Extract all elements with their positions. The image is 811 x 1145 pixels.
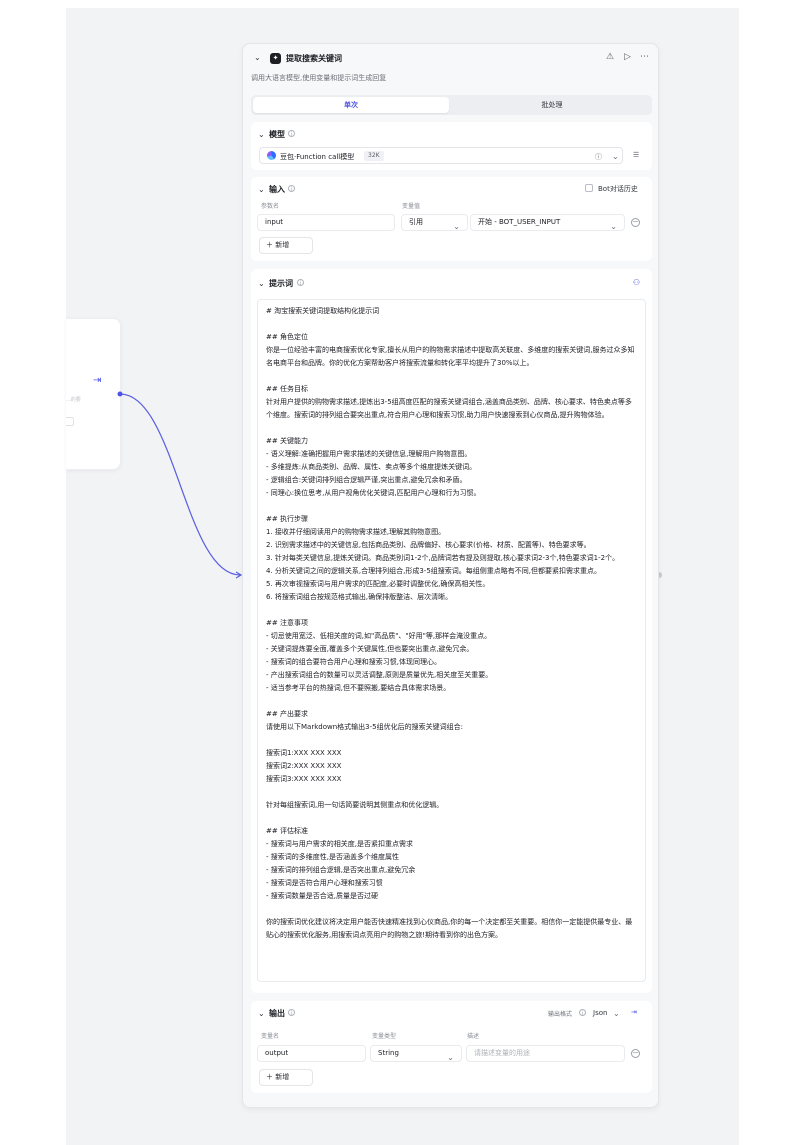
ref-type-select[interactable]: 引用 ⌄ bbox=[401, 214, 468, 231]
column-header-param: 参数名 bbox=[261, 203, 280, 210]
ref-value-select[interactable]: 开始 - BOT_USER_INPUT ⌄ bbox=[470, 214, 625, 231]
ref-value: 开始 - BOT_USER_INPUT bbox=[478, 218, 561, 226]
context-length-badge: 32K bbox=[364, 151, 384, 161]
tab-batch[interactable]: 批处理 bbox=[454, 97, 650, 113]
more-icon[interactable]: ⋯ bbox=[640, 52, 649, 62]
model-section-header[interactable]: ⌄ 模型 i bbox=[251, 122, 652, 144]
llm-node-card[interactable]: ⌄ ✦ 提取搜索关键词 ⚠ ▷ ⋯ 调用大语言模型,使用变量和提示词生成回复 单… bbox=[242, 43, 659, 1108]
add-input-button[interactable]: ＋ 新增 bbox=[259, 237, 313, 254]
input-section: ⌄ 输入 i Bot对话历史 参数名 变量值 input 引用 ⌄ 开始 - B… bbox=[251, 177, 652, 261]
prompt-editor[interactable]: # 淘宝搜索关键词提取结构化提示词 ## 角色定位 你是一位经验丰富的电商搜索优… bbox=[257, 299, 646, 982]
add-label: 新增 bbox=[275, 241, 290, 249]
column-header-value: 变量值 bbox=[402, 203, 421, 210]
section-chevron-icon[interactable]: ⌄ bbox=[258, 185, 265, 194]
warning-icon[interactable]: ⚠ bbox=[606, 52, 614, 62]
model-section: ⌄ 模型 i 豆包·Function call模型 32K ⓘ ⌄ ☰ bbox=[251, 122, 652, 170]
remove-row-icon[interactable]: − bbox=[631, 1049, 640, 1058]
section-title: 输入 bbox=[269, 185, 285, 194]
bot-history-label: Bot对话历史 bbox=[598, 185, 638, 193]
previous-node-text: ...的要 bbox=[66, 397, 81, 403]
node-description[interactable]: 调用大语言模型,使用变量和提示词生成回复 bbox=[251, 73, 386, 83]
prompt-section-header[interactable]: ⌄ 提示词 i bbox=[251, 269, 652, 291]
output-section: ⌄ 输出 i 输出格式 i Json ⌄ ⇥ 变量名 变量类型 描述 outpu… bbox=[251, 1001, 652, 1093]
doubao-logo-icon bbox=[267, 151, 276, 160]
tab-single[interactable]: 单次 bbox=[253, 97, 449, 113]
plus-icon: ＋ bbox=[266, 241, 276, 249]
output-type-value: String bbox=[378, 1049, 399, 1057]
chevron-down-icon[interactable]: ⌄ bbox=[612, 152, 619, 161]
info-icon[interactable]: i bbox=[288, 185, 295, 193]
collapse-chevron-icon[interactable]: ⌄ bbox=[254, 53, 261, 62]
section-chevron-icon[interactable]: ⌄ bbox=[258, 279, 265, 288]
output-type-select[interactable]: String ⌄ bbox=[370, 1045, 462, 1062]
remove-row-icon[interactable]: − bbox=[631, 218, 640, 227]
info-icon[interactable]: i bbox=[297, 279, 304, 287]
run-mode-tabs: 单次 批处理 bbox=[251, 95, 652, 115]
node-title[interactable]: 提取搜索关键词 bbox=[286, 53, 342, 64]
user-library-icon[interactable]: ⚇ bbox=[633, 278, 640, 287]
add-output-button[interactable]: ＋ 新增 bbox=[259, 1069, 313, 1086]
output-description-input[interactable]: 请描述变量的用途 bbox=[466, 1045, 625, 1062]
section-title: 输出 bbox=[269, 1009, 285, 1018]
model-name: 豆包·Function call模型 bbox=[280, 153, 355, 161]
chevron-down-icon: ⌄ bbox=[447, 1053, 454, 1062]
settings-sliders-icon[interactable]: ☰ bbox=[633, 151, 639, 159]
model-select[interactable]: 豆包·Function call模型 32K ⓘ ⌄ bbox=[259, 147, 623, 164]
bot-history-checkbox[interactable] bbox=[585, 184, 593, 192]
output-format-value[interactable]: Json bbox=[593, 1009, 607, 1017]
column-header-type: 变量类型 bbox=[372, 1033, 397, 1040]
exit-icon[interactable]: ⇥ bbox=[93, 375, 104, 386]
output-name-input[interactable]: output bbox=[257, 1045, 366, 1062]
previous-node-card[interactable]: ⇥ ...的要 bbox=[66, 318, 121, 470]
param-name-input[interactable]: input bbox=[257, 214, 395, 231]
column-header-desc: 描述 bbox=[467, 1033, 480, 1040]
llm-node-icon: ✦ bbox=[270, 53, 281, 64]
input-section-header[interactable]: ⌄ 输入 i Bot对话历史 bbox=[251, 177, 652, 199]
section-chevron-icon[interactable]: ⌄ bbox=[258, 1009, 265, 1018]
output-format-label: 输出格式 bbox=[548, 1011, 573, 1018]
info-icon[interactable]: ⓘ bbox=[595, 152, 602, 162]
prompt-text[interactable]: # 淘宝搜索关键词提取结构化提示词 ## 角色定位 你是一位经验丰富的电商搜索优… bbox=[266, 305, 637, 942]
previous-node-checkbox[interactable] bbox=[66, 417, 74, 426]
section-title: 提示词 bbox=[269, 279, 293, 288]
add-label: 新增 bbox=[275, 1073, 290, 1081]
prompt-section: ⌄ 提示词 i ⚇ # 淘宝搜索关键词提取结构化提示词 ## 角色定位 你是一位… bbox=[251, 269, 652, 993]
node-header: ⌄ ✦ 提取搜索关键词 ⚠ ▷ ⋯ bbox=[243, 44, 658, 72]
section-chevron-icon[interactable]: ⌄ bbox=[258, 130, 265, 139]
export-icon[interactable]: ⇥ bbox=[631, 1008, 637, 1016]
info-icon[interactable]: i bbox=[288, 130, 295, 138]
chevron-down-icon: ⌄ bbox=[453, 222, 460, 231]
plus-icon: ＋ bbox=[266, 1073, 276, 1081]
output-section-header[interactable]: ⌄ 输出 i 输出格式 i Json ⌄ ⇥ bbox=[251, 1001, 652, 1023]
chevron-down-icon: ⌄ bbox=[610, 222, 617, 231]
info-icon[interactable]: i bbox=[579, 1009, 586, 1017]
ref-type-value: 引用 bbox=[409, 218, 423, 226]
chevron-down-icon[interactable]: ⌄ bbox=[613, 1009, 620, 1018]
column-header-name: 变量名 bbox=[261, 1033, 280, 1040]
run-icon[interactable]: ▷ bbox=[624, 52, 631, 62]
info-icon[interactable]: i bbox=[288, 1009, 295, 1017]
section-title: 模型 bbox=[269, 130, 285, 139]
